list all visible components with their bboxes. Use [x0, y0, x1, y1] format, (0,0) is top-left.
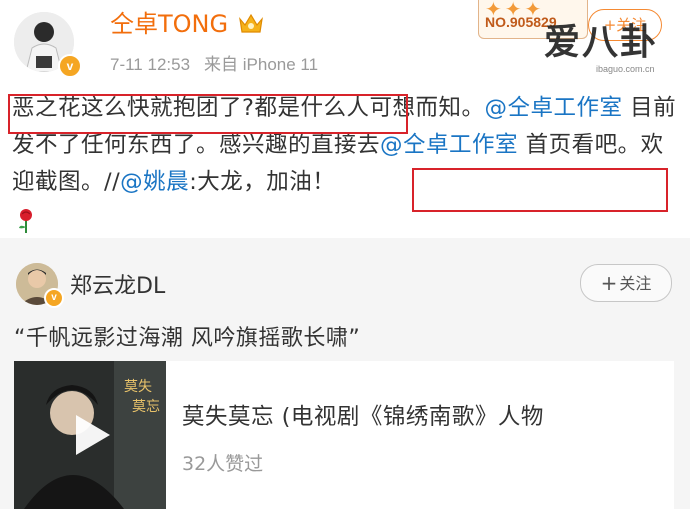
- crown-icon: [239, 13, 263, 33]
- music-card[interactable]: 莫失 莫忘 莫失莫忘 (电视剧《锦绣南歌》人物 32人赞过: [14, 361, 674, 509]
- repost-text: “千帆远影过海潮 风吟旗摇歌长啸”: [14, 326, 361, 351]
- plus-icon: +: [600, 271, 618, 295]
- svg-text:莫忘: 莫忘: [132, 399, 160, 415]
- post-source[interactable]: 来自 iPhone 11: [204, 55, 318, 74]
- music-cover[interactable]: 莫失 莫忘: [14, 361, 166, 509]
- mention-link[interactable]: @姚晨: [120, 169, 189, 195]
- repost-follow-button[interactable]: + 关注: [580, 264, 672, 302]
- highlight-box: [8, 94, 408, 134]
- watermark-url: ibaguo.com.cn: [596, 64, 655, 74]
- repost-card[interactable]: v 郑云龙DL + 关注 “千帆远影过海潮 风吟旗摇歌长啸” 莫失 莫忘 莫失莫忘…: [0, 238, 690, 509]
- mention-link[interactable]: @仝卓工作室: [484, 95, 622, 121]
- music-likes: 32人赞过: [182, 453, 264, 475]
- author-username[interactable]: 仝卓TONG: [110, 9, 228, 39]
- verified-icon: v: [58, 54, 82, 78]
- mention-link[interactable]: @仝卓工作室: [380, 132, 518, 158]
- watermark-logo: 爱八卦: [544, 21, 659, 63]
- svg-text:莫失: 莫失: [124, 379, 152, 395]
- repost-author-username[interactable]: 郑云龙DL: [70, 268, 165, 300]
- highlight-box: [412, 168, 668, 212]
- rose-icon: [19, 209, 32, 233]
- post-timestamp: 7-11 12:53: [110, 55, 191, 74]
- post-text-segment: :大龙，加油！: [189, 169, 336, 195]
- follow-label: 关注: [619, 274, 652, 293]
- post-meta: 7-11 12:53 来自 iPhone 11: [110, 50, 318, 75]
- verified-icon: v: [44, 288, 64, 308]
- music-title[interactable]: 莫失莫忘 (电视剧《锦绣南歌》人物: [182, 399, 544, 431]
- play-icon[interactable]: [72, 413, 112, 457]
